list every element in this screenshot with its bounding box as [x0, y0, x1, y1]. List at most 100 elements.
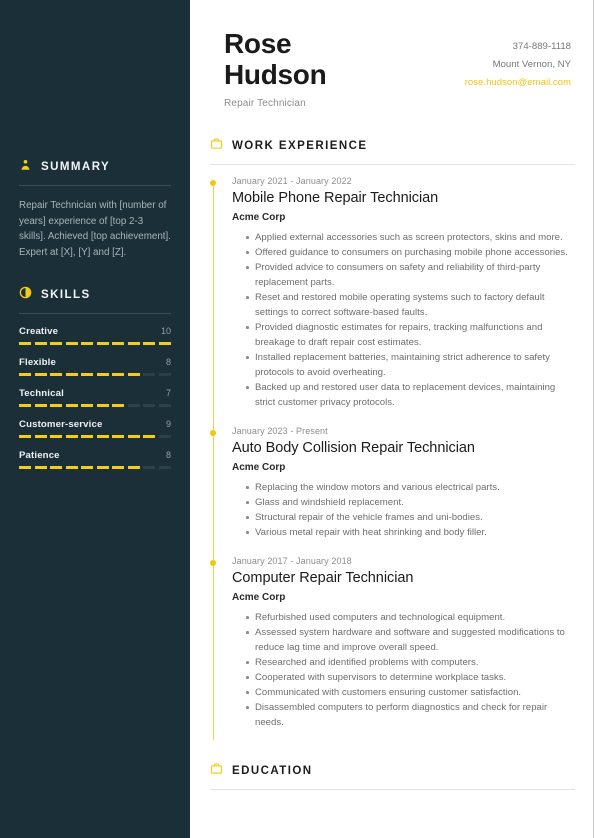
skill-rating-segment [19, 435, 32, 439]
skill-name: Technical [19, 388, 64, 400]
skill-rating-segment [65, 342, 78, 346]
work-experience-divider [210, 164, 575, 165]
experience-entries: January 2021 - January 2022 Mobile Phone … [209, 176, 575, 746]
skill-rating-segment [81, 373, 94, 377]
skill-label-row: Customer-service 9 [19, 419, 171, 430]
education-divider [210, 789, 575, 790]
experience-company: Acme Corp [232, 462, 286, 473]
contact-block: 374-889-1118 Mount Vernon, NY rose.hudso… [465, 28, 571, 92]
skill-name: Customer-service [19, 419, 103, 431]
experience-bullet: Disassembled computers to perform diagno… [246, 700, 575, 730]
experience-bullets: Applied external accessories such as scr… [232, 230, 575, 410]
full-name: Rose Hudson [224, 28, 327, 90]
skill-rating-segment [81, 466, 94, 470]
skills-divider [19, 313, 171, 315]
job-title: Repair Technician [224, 98, 306, 109]
experience-company: Acme Corp [232, 592, 286, 603]
skill-rating-segment [112, 342, 125, 346]
experience-bullets: Replacing the window motors and various … [232, 480, 575, 540]
experience-date: January 2017 - January 2018 [232, 556, 352, 566]
section-work-experience: WORK EXPERIENCE January 2021 - January 2… [208, 137, 575, 746]
experience-bullet: Assessed system hardware and software an… [246, 625, 575, 655]
experience-role: Auto Body Collision Repair Technician [232, 440, 475, 456]
timeline-dot-icon [209, 180, 216, 186]
skill-rating-segment [65, 435, 78, 439]
experience-bullet: Communicated with customers ensuring cus… [246, 685, 575, 700]
skill-row: Customer-service 9 [19, 419, 171, 439]
experience-bullet: Glass and windshield replacement. [246, 495, 575, 510]
contact-email[interactable]: rose.hudson@email.com [465, 74, 571, 92]
skill-rating-segment [158, 466, 171, 470]
skill-rating-segment [34, 435, 47, 439]
skill-rating-segment [96, 435, 109, 439]
skills-section-header: SKILLS [19, 286, 171, 304]
skill-rating-segment [143, 466, 156, 470]
skill-rating-segment [127, 466, 140, 470]
experience-bullet: Provided advice to consumers on safety a… [246, 260, 575, 290]
skill-rating-bar [19, 373, 171, 377]
skill-score: 8 [165, 357, 171, 368]
experience-entry: January 2023 - Present Auto Body Collisio… [209, 426, 575, 556]
sidebar-section-summary: SUMMARY Repair Technician with [number o… [19, 0, 171, 260]
education-title: EDUCATION [232, 765, 313, 777]
skill-rating-segment [127, 404, 140, 408]
experience-bullet: Replacing the window motors and various … [246, 480, 575, 495]
skill-rating-segment [34, 373, 47, 377]
skill-row: Creative 10 [19, 326, 171, 346]
first-name: Rose [224, 28, 292, 59]
experience-bullet: Researched and identified problems with … [246, 655, 575, 670]
experience-bullet: Reset and restored mobile operating syst… [246, 290, 575, 320]
skill-rating-segment [112, 435, 125, 439]
skill-rating-segment [143, 373, 156, 377]
skill-score: 7 [165, 388, 171, 399]
skill-rating-segment [19, 373, 32, 377]
skill-name: Creative [19, 326, 59, 338]
skill-rating-segment [143, 342, 156, 346]
experience-bullet: Cooperated with supervisors to determine… [246, 670, 575, 685]
work-experience-header: WORK EXPERIENCE [208, 137, 575, 155]
experience-bullet: Various metal repair with heat shrinking… [246, 525, 575, 540]
skills-list: Creative 10 Flexible 8 Technical 7 Customer-se… [19, 326, 171, 470]
experience-date: January 2021 - January 2022 [232, 176, 352, 186]
skill-row: Patience 8 [19, 450, 171, 470]
skill-score: 9 [165, 419, 171, 430]
summary-section-header: SUMMARY [19, 158, 171, 176]
skill-label-row: Creative 10 [19, 326, 171, 337]
skill-rating-segment [50, 373, 63, 377]
skill-row: Flexible 8 [19, 357, 171, 377]
experience-date: January 2023 - Present [232, 426, 328, 436]
skill-name: Flexible [19, 357, 56, 369]
skill-rating-segment [143, 435, 156, 439]
skill-rating-segment [50, 342, 63, 346]
experience-bullet: Provided diagnostic estimates for repair… [246, 320, 575, 350]
work-experience-timeline: January 2021 - January 2022 Mobile Phone … [208, 176, 575, 746]
experience-bullet: Offered guidance to consumers on purchas… [246, 245, 575, 260]
timeline-line [212, 182, 214, 740]
identity-block: Rose Hudson Repair Technician [224, 28, 327, 109]
sidebar-section-skills: SKILLS Creative 10 Flexible 8 Technical 7 Cust… [19, 286, 171, 470]
experience-bullet: Refurbished used computers and technolog… [246, 610, 575, 625]
skill-rating-segment [19, 466, 32, 470]
skill-rating-segment [65, 373, 78, 377]
skill-rating-segment [127, 373, 140, 377]
skill-rating-segment [158, 435, 171, 439]
contact-phone[interactable]: 374-889-1118 [465, 38, 571, 56]
skill-rating-segment [158, 342, 171, 346]
timeline-dot-icon [209, 560, 216, 566]
skill-score: 10 [160, 326, 171, 337]
summary-divider [19, 185, 171, 186]
experience-bullet: Installed replacement batteries, maintai… [246, 350, 575, 380]
section-education: EDUCATION [208, 762, 575, 790]
skill-rating-segment [81, 342, 94, 346]
skill-rating-segment [143, 404, 156, 408]
skill-rating-segment [96, 373, 109, 377]
education-header: EDUCATION [208, 762, 575, 780]
skill-rating-segment [158, 373, 171, 377]
summary-text: Repair Technician with [number of years]… [19, 200, 171, 258]
skill-rating-segment [34, 342, 47, 346]
skill-rating-segment [65, 466, 78, 470]
skill-label-row: Patience 8 [19, 450, 171, 461]
briefcase-icon [210, 137, 223, 155]
experience-bullets: Refurbished used computers and technolog… [232, 610, 575, 730]
work-experience-title: WORK EXPERIENCE [232, 140, 368, 152]
